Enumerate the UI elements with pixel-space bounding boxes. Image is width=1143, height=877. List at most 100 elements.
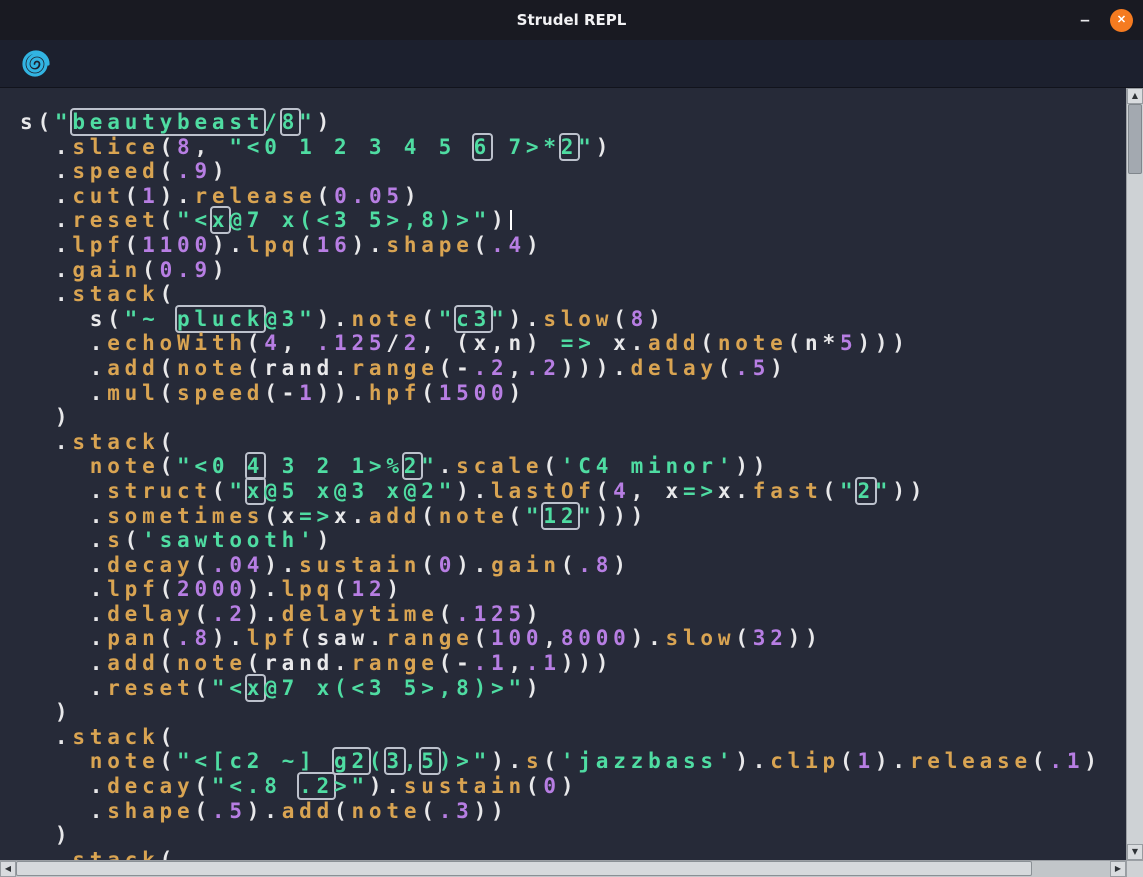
code-token: 'C4 minor'	[561, 454, 735, 478]
code-token: (rand.	[247, 651, 352, 675]
minimize-button[interactable]: –	[1075, 10, 1095, 30]
code-token: pluck	[177, 307, 264, 331]
code-token: (	[160, 626, 177, 650]
code-token: "	[526, 504, 543, 528]
titlebar[interactable]: Strudel REPL – ✕	[0, 0, 1143, 40]
code-token: add	[369, 504, 421, 528]
code-token: x	[247, 676, 264, 700]
code-token: pan	[107, 626, 159, 650]
code-token: .125	[317, 331, 387, 355]
code-token: .	[386, 774, 403, 798]
vertical-scrollbar[interactable]: ▲ ▼	[1126, 88, 1143, 860]
code-line: )	[20, 700, 1126, 725]
code-token: note	[177, 356, 247, 380]
code-token: )	[212, 159, 229, 183]
code-token: ))	[474, 799, 509, 823]
code-token: sometimes	[107, 504, 264, 528]
code-token: lastOf	[491, 479, 596, 503]
code-token: 0	[439, 553, 456, 577]
code-token: .	[20, 602, 107, 626]
code-token: .	[20, 331, 107, 355]
code-token: (	[421, 799, 438, 823]
horizontal-scroll-track[interactable]	[16, 861, 1110, 877]
scroll-down-button[interactable]: ▼	[1127, 844, 1143, 860]
scroll-left-button[interactable]: ◀	[0, 861, 16, 877]
close-button[interactable]: ✕	[1110, 9, 1133, 32]
code-token: )))	[857, 331, 909, 355]
code-token: ,	[543, 626, 560, 650]
code-token: "	[439, 307, 456, 331]
code-token: (	[439, 602, 456, 626]
strudel-logo[interactable]	[20, 48, 52, 80]
code-token: @7 x(<3 5>,8)>	[229, 208, 473, 232]
code-token: (	[421, 553, 438, 577]
code-token: 4	[264, 331, 281, 355]
code-token: .	[20, 430, 72, 454]
scroll-up-button[interactable]: ▲	[1127, 88, 1143, 104]
code-token: (	[194, 799, 211, 823]
code-token: shape	[386, 233, 473, 257]
code-token: reset	[72, 208, 159, 232]
code-editor[interactable]: s("beautybeast/8") .slice(8, "<0 1 2 3 4…	[0, 88, 1126, 860]
code-token: )	[352, 233, 369, 257]
code-token: .	[20, 799, 107, 823]
code-token: add	[107, 356, 159, 380]
code-token: )	[317, 110, 334, 134]
code-token: echoWith	[107, 331, 247, 355]
code-token: 12	[352, 577, 387, 601]
code-token: (x	[264, 504, 299, 528]
code-token: .3	[439, 799, 474, 823]
code-token: slice	[72, 135, 159, 159]
code-token: .	[648, 626, 665, 650]
code-token: note	[90, 454, 160, 478]
code-token: .4	[491, 233, 526, 257]
code-token: 1	[299, 381, 316, 405]
code-token: "~	[125, 307, 177, 331]
code-token: .	[526, 307, 543, 331]
code-token: 8000	[561, 626, 631, 650]
code-token: )	[247, 799, 264, 823]
code-token: (	[526, 774, 543, 798]
code-token: (	[160, 208, 177, 232]
code-token: .	[509, 749, 526, 773]
code-token: )	[317, 307, 334, 331]
code-token: 32	[753, 626, 788, 650]
code-token: (	[247, 331, 264, 355]
code-token: =>	[299, 504, 334, 528]
code-token: "<[c2 ~]	[177, 749, 334, 773]
code-token: 5	[421, 749, 438, 773]
horizontal-scroll-thumb[interactable]	[16, 861, 1032, 876]
code-token: (-	[264, 381, 299, 405]
vertical-scroll-thumb[interactable]	[1128, 104, 1142, 174]
code-token: 8	[282, 110, 299, 134]
strudel-repl-window: Strudel REPL – ✕ s("beautybeast/8") .sli…	[0, 0, 1143, 877]
code-token: note	[351, 307, 421, 331]
code-token: (	[334, 577, 351, 601]
vertical-scroll-track[interactable]	[1127, 104, 1143, 844]
code-token: beautybeast	[72, 110, 264, 134]
code-token: .9	[177, 159, 212, 183]
code-token: "	[578, 504, 595, 528]
code-token: .	[20, 553, 107, 577]
code-token: )	[404, 184, 421, 208]
code-token: (	[142, 258, 159, 282]
scroll-right-button[interactable]: ▶	[1110, 861, 1126, 877]
code-token: note	[439, 504, 509, 528]
code-token: "	[474, 749, 491, 773]
code-token: .	[20, 356, 107, 380]
code-token: (	[299, 233, 316, 257]
code-token: "	[229, 479, 246, 503]
code-token: "<	[212, 676, 247, 700]
horizontal-scrollbar[interactable]: ◀ ▶	[0, 860, 1126, 877]
code-token: .	[20, 159, 72, 183]
code-token: (	[107, 307, 124, 331]
code-token: "	[578, 135, 595, 159]
code-token: (	[718, 356, 735, 380]
code-token: release	[195, 184, 317, 208]
code-token: speed	[177, 381, 264, 405]
code-line: .gain(0.9)	[20, 258, 1126, 283]
code-token: (	[160, 159, 177, 183]
code-token: (	[194, 774, 211, 798]
code-token: )	[735, 749, 752, 773]
code-token: (	[613, 307, 630, 331]
